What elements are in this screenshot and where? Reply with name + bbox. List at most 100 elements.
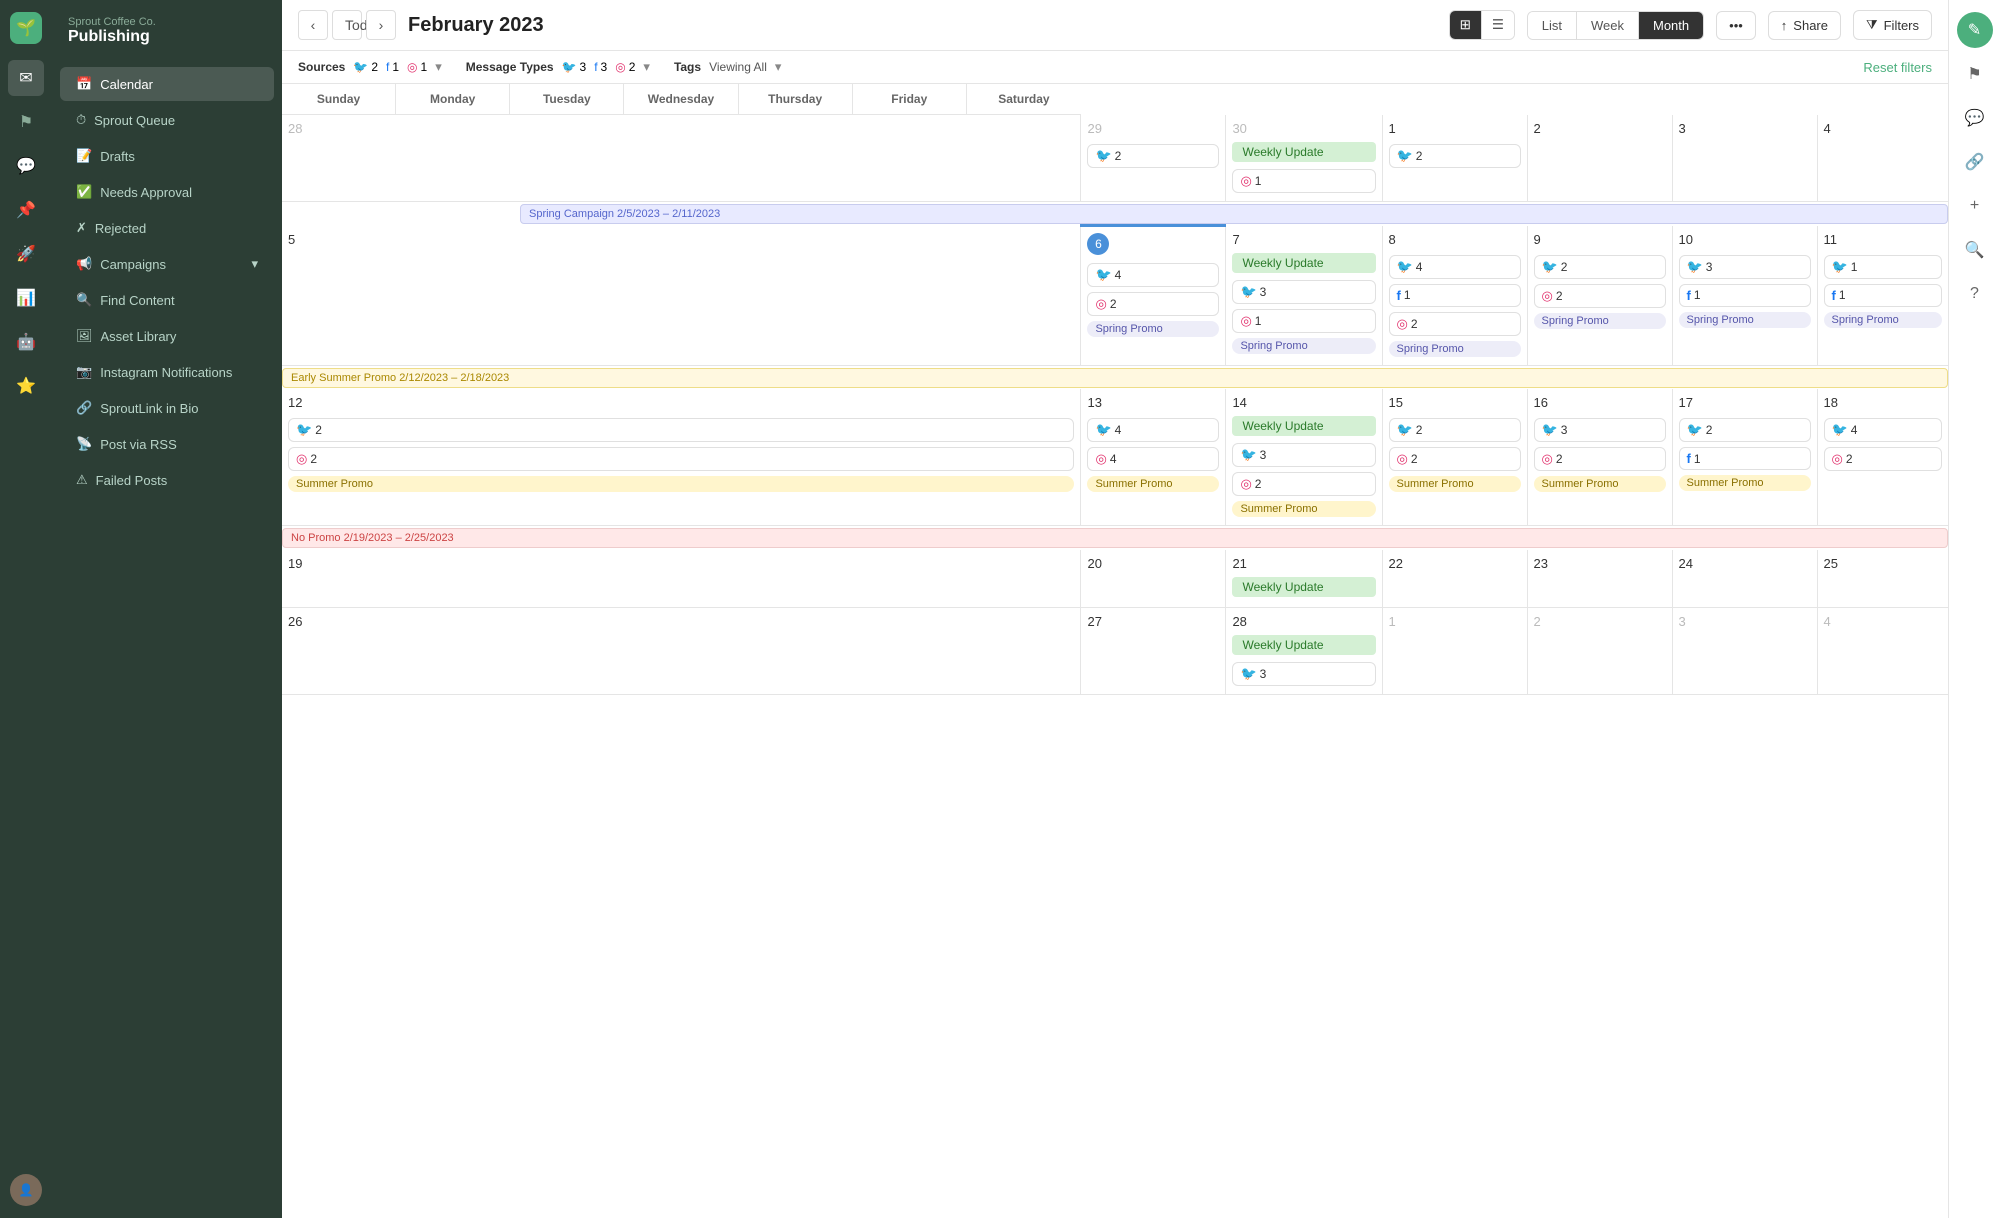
sources-facebook[interactable]: f 1 [386, 60, 399, 74]
share-button[interactable]: ↑ Share [1768, 11, 1841, 40]
mt-twitter[interactable]: 🐦 3 [562, 60, 587, 74]
post-badge-ig[interactable]: ◎ 2 [1232, 472, 1375, 496]
alerts-icon[interactable]: ⚑ [1957, 56, 1993, 92]
spring-promo-tag[interactable]: Spring Promo [1824, 312, 1943, 328]
weekly-update-tag[interactable]: Weekly Update [1232, 635, 1375, 655]
compact-view-button[interactable]: ⊞ [1450, 11, 1482, 39]
cell-feb-12[interactable]: 12 🐦 2 ◎ 2 Summer Promo [282, 389, 1081, 526]
summer-promo-tag[interactable]: Summer Promo [1389, 476, 1521, 492]
prev-button[interactable]: ‹ [298, 10, 328, 40]
cell-jan-29[interactable]: 29 🐦 2 [1081, 115, 1226, 202]
link-icon[interactable]: 🔗 [1957, 144, 1993, 180]
post-badge-tw[interactable]: 🐦 3 [1534, 418, 1666, 442]
post-badge-ig[interactable]: ◎ 1 [1232, 169, 1375, 193]
nav-failed-posts[interactable]: ⚠ Failed Posts [60, 463, 274, 497]
cell-feb-8[interactable]: 8 🐦 4 f 1 ◎ 2 Spring Promo [1382, 226, 1527, 366]
post-badge-ig[interactable]: ◎ 2 [1087, 292, 1219, 316]
sources-twitter[interactable]: 🐦 2 [353, 60, 378, 74]
post-badge-tw[interactable]: 🐦 2 [288, 418, 1074, 442]
post-badge-ig[interactable]: ◎ 1 [1232, 309, 1375, 333]
post-badge-ig[interactable]: ◎ 2 [288, 447, 1074, 471]
cell-feb-22[interactable]: 22 [1382, 550, 1527, 608]
list-tab[interactable]: List [1528, 12, 1577, 39]
post-badge-tw[interactable]: 🐦 4 [1824, 418, 1943, 442]
summer-promo-tag[interactable]: Summer Promo [1679, 475, 1811, 491]
mt-chevron-icon[interactable]: ▾ [643, 59, 650, 75]
mt-facebook[interactable]: f 3 [594, 60, 607, 74]
nav-icon-automation[interactable]: 🤖 [8, 324, 44, 360]
post-badge-tw[interactable]: 🐦 3 [1232, 443, 1375, 467]
summer-promo-tag[interactable]: Summer Promo [1232, 501, 1375, 517]
post-badge-ig[interactable]: ◎ 4 [1087, 447, 1219, 471]
post-badge-ig[interactable]: ◎ 2 [1534, 284, 1666, 308]
post-badge-tw[interactable]: 🐦 3 [1232, 280, 1375, 304]
nav-campaigns[interactable]: 📢 Campaigns ▾ [60, 247, 274, 281]
nav-drafts[interactable]: 📝 Drafts [60, 139, 274, 173]
search-icon[interactable]: 🔍 [1957, 232, 1993, 268]
cell-feb-20[interactable]: 20 [1081, 550, 1226, 608]
cell-feb-27[interactable]: 27 [1081, 607, 1226, 694]
cell-feb-9[interactable]: 9 🐦 2 ◎ 2 Spring Promo [1527, 226, 1672, 366]
tags-chevron-icon[interactable]: ▾ [775, 59, 782, 75]
post-badge-fb[interactable]: f 1 [1679, 284, 1811, 307]
post-badge-tw[interactable]: 🐦 2 [1087, 144, 1219, 168]
post-badge-ig[interactable]: ◎ 2 [1389, 447, 1521, 471]
cell-feb-21[interactable]: 21 Weekly Update [1226, 550, 1382, 608]
today-button[interactable]: Today [332, 10, 362, 40]
summer-promo-tag[interactable]: Summer Promo [1087, 476, 1219, 492]
cell-feb-19[interactable]: 19 [282, 550, 1081, 608]
spring-promo-tag[interactable]: Spring Promo [1087, 321, 1219, 337]
post-badge-tw[interactable]: 🐦 4 [1087, 263, 1219, 287]
week-tab[interactable]: Week [1577, 12, 1639, 39]
nav-icon-ratings[interactable]: ⭐ [8, 368, 44, 404]
more-button[interactable]: ••• [1716, 11, 1756, 40]
weekly-update-tag[interactable]: Weekly Update [1232, 253, 1375, 273]
post-badge-tw[interactable]: 🐦 4 [1087, 418, 1219, 442]
list-view-button[interactable]: ☰ [1482, 11, 1514, 39]
cell-feb-2[interactable]: 2 [1527, 115, 1672, 202]
post-badge-tw[interactable]: 🐦 2 [1679, 418, 1811, 442]
cell-feb-4[interactable]: 4 [1817, 115, 1948, 202]
weekly-update-tag[interactable]: Weekly Update [1232, 577, 1375, 597]
nav-post-via-rss[interactable]: 📡 Post via RSS [60, 427, 274, 461]
mt-instagram[interactable]: ◎ 2 [615, 60, 635, 74]
cell-feb-14[interactable]: 14 Weekly Update 🐦 3 ◎ 2 Summer Promo [1226, 389, 1382, 526]
post-badge-tw[interactable]: 🐦 4 [1389, 255, 1521, 279]
cell-feb-3[interactable]: 3 [1672, 115, 1817, 202]
reset-filters-link[interactable]: Reset filters [1863, 60, 1932, 75]
post-badge-fb[interactable]: f 1 [1389, 284, 1521, 307]
cell-feb-25[interactable]: 25 [1817, 550, 1948, 608]
cell-jan-30[interactable]: 30 Weekly Update ◎ 1 [1226, 115, 1382, 202]
nav-asset-library[interactable]: 🖼 Asset Library [60, 319, 274, 353]
help-icon[interactable]: ? [1957, 276, 1993, 312]
nav-icon-analytics[interactable]: 📊 [8, 280, 44, 316]
messages-icon[interactable]: 💬 [1957, 100, 1993, 136]
nav-icon-inbox[interactable]: ⚑ [8, 104, 44, 140]
compose-button[interactable]: ✎ [1957, 12, 1993, 48]
nav-find-content[interactable]: 🔍 Find Content [60, 283, 274, 317]
cell-feb-26[interactable]: 26 [282, 607, 1081, 694]
nav-icon-tasks[interactable]: 📌 [8, 192, 44, 228]
cell-mar-1[interactable]: 1 [1382, 607, 1527, 694]
weekly-update-tag[interactable]: Weekly Update [1232, 416, 1375, 436]
spring-promo-tag[interactable]: Spring Promo [1232, 338, 1375, 354]
cell-feb-16[interactable]: 16 🐦 3 ◎ 2 Summer Promo [1527, 389, 1672, 526]
post-badge-tw[interactable]: 🐦 2 [1389, 144, 1521, 168]
sources-instagram[interactable]: ◎ 1 [407, 60, 427, 74]
cell-feb-15[interactable]: 15 🐦 2 ◎ 2 Summer Promo [1382, 389, 1527, 526]
cell-feb-1[interactable]: 1 🐦 2 [1382, 115, 1527, 202]
post-badge-tw[interactable]: 🐦 2 [1534, 255, 1666, 279]
month-tab[interactable]: Month [1639, 12, 1703, 39]
nav-sproutlink[interactable]: 🔗 SproutLink in Bio [60, 391, 274, 425]
nav-icon-compose[interactable]: 🚀 [8, 236, 44, 272]
cell-feb-28[interactable]: 28 Weekly Update 🐦 3 [1226, 607, 1382, 694]
next-button[interactable]: › [366, 10, 396, 40]
spring-promo-tag[interactable]: Spring Promo [1389, 341, 1521, 357]
nav-needs-approval[interactable]: ✅ Needs Approval [60, 175, 274, 209]
cell-feb-7[interactable]: 7 Weekly Update 🐦 3 ◎ 1 Spring Promo [1226, 226, 1382, 366]
summer-promo-tag[interactable]: Summer Promo [288, 476, 1074, 492]
post-badge-fb[interactable]: f 1 [1824, 284, 1943, 307]
post-badge-tw[interactable]: 🐦 3 [1679, 255, 1811, 279]
cell-mar-3[interactable]: 3 [1672, 607, 1817, 694]
cell-feb-18[interactable]: 18 🐦 4 ◎ 2 [1817, 389, 1948, 526]
